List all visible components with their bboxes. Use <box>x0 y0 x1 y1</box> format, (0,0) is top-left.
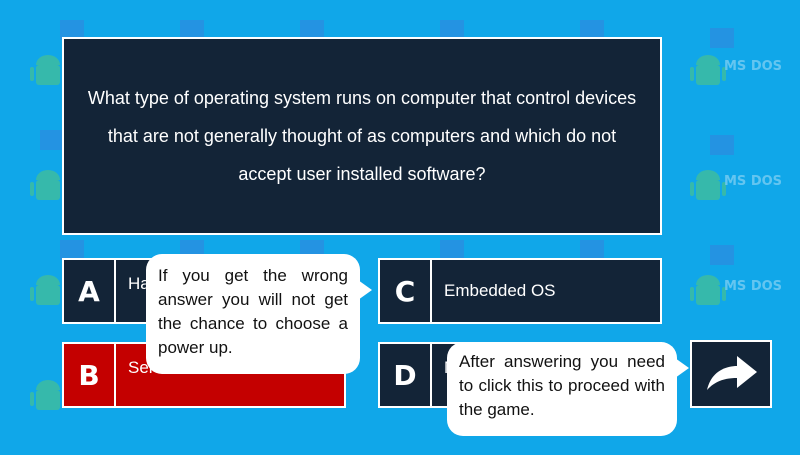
question-text: What type of operating system runs on co… <box>88 79 636 193</box>
question-line: What type of operating system runs on co… <box>87 88 637 108</box>
bg-logo-text: MS DOS <box>724 174 782 189</box>
arrow-forward-icon <box>707 356 757 390</box>
question-line: that are not generally thought of as com… <box>107 126 617 146</box>
answer-c-text: Embedded OS <box>444 281 556 300</box>
tooltip-pointer <box>675 358 689 378</box>
bg-logo-text: MS DOS <box>724 59 782 74</box>
bg-logo-text: MS DOS <box>724 279 782 294</box>
tooltip-pointer <box>358 280 372 300</box>
wrong-answer-tooltip: If you get the wrong answer you will not… <box>146 254 372 374</box>
wrong-answer-tooltip-text: If you get the wrong answer you will not… <box>158 266 348 357</box>
question-panel: What type of operating system runs on co… <box>62 37 662 235</box>
next-button[interactable] <box>690 340 772 408</box>
proceed-tooltip: After answering you need to click this t… <box>447 342 689 436</box>
answer-b-letter: B <box>64 344 116 406</box>
answer-a-letter: A <box>64 260 116 322</box>
answer-a-text: Ha <box>128 274 150 293</box>
proceed-tooltip-text: After answering you need to click this t… <box>459 352 665 419</box>
answer-d-letter: D <box>380 344 432 406</box>
answer-c-letter: C <box>380 260 432 322</box>
answer-c-button[interactable]: C Embedded OS <box>378 258 662 324</box>
question-line: accept user installed software? <box>238 164 486 184</box>
